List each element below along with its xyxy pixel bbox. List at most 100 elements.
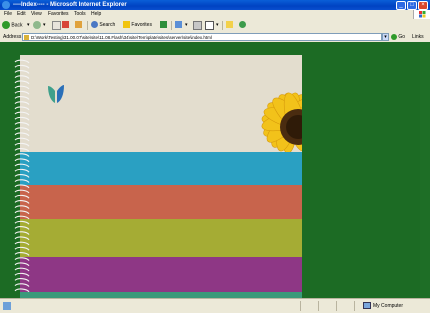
spiral-ring <box>14 116 30 121</box>
status-divider <box>354 301 355 311</box>
spiral-ring <box>14 272 30 277</box>
spiral-ring <box>14 122 30 126</box>
spiral-ring <box>14 283 30 287</box>
mail-button[interactable] <box>193 21 202 30</box>
stop-icon <box>52 21 61 30</box>
print-button[interactable] <box>205 21 214 30</box>
title-bar: ----Index---- - Microsoft Internet Explo… <box>0 0 430 10</box>
leaf-logo-icon <box>48 85 64 103</box>
stripe-teal <box>20 152 302 185</box>
home-icon <box>75 21 82 29</box>
toolbar: Back ▾ ▾ Search Favorites ▾ ▾ <box>0 19 430 33</box>
spiral-ring <box>14 278 30 282</box>
back-label: Back <box>11 22 23 29</box>
vertical-scrollbar[interactable] <box>420 42 430 298</box>
media-button[interactable] <box>160 21 167 30</box>
spiral-ring <box>14 236 30 241</box>
spiral-ring <box>14 132 30 137</box>
security-zone: My Computer <box>363 301 403 311</box>
page-icon <box>24 35 29 40</box>
spiral-ring <box>14 252 30 256</box>
spiral-ring <box>14 64 30 69</box>
stripe-salmon <box>20 185 302 219</box>
forward-arrow-icon <box>33 21 41 29</box>
status-bar: My Computer <box>0 298 430 313</box>
spiral-ring <box>14 257 30 261</box>
spiral-ring <box>14 96 30 100</box>
menu-edit[interactable]: Edit <box>17 11 26 18</box>
spiral-ring <box>14 75 30 79</box>
spiral-ring <box>14 210 30 215</box>
spiral-ring <box>14 80 30 85</box>
stripe-purple <box>20 257 302 292</box>
history-button[interactable] <box>175 21 182 30</box>
home-button[interactable] <box>75 21 82 30</box>
toolbar-separator <box>171 21 172 30</box>
forward-dropdown[interactable]: ▾ <box>43 21 46 30</box>
address-url: D:\Work\Testing\31.00.07\site\site\11.08… <box>31 35 212 40</box>
status-divider <box>336 301 337 311</box>
maximize-button[interactable]: □ <box>407 1 417 10</box>
spiral-ring <box>14 179 30 183</box>
toolbar-separator <box>222 21 223 30</box>
forward-button[interactable] <box>33 21 41 30</box>
spiral-ring <box>14 174 30 178</box>
address-input[interactable]: D:\Work\Testing\31.00.07\site\site\11.08… <box>22 33 382 41</box>
links-button[interactable]: Links <box>412 33 424 41</box>
spiral-ring <box>14 189 30 194</box>
sunflower-image <box>261 92 302 154</box>
spiral-ring <box>14 111 30 116</box>
menu-tools[interactable]: Tools <box>74 11 86 18</box>
close-button[interactable]: × <box>418 1 428 10</box>
messenger-icon <box>239 21 246 29</box>
print-dropdown[interactable]: ▾ <box>216 21 219 30</box>
spiral-ring <box>14 262 30 267</box>
spiral-ring <box>14 127 30 131</box>
go-label: Go <box>398 34 406 40</box>
stop-button[interactable] <box>52 21 61 30</box>
spiral-ring <box>14 101 30 105</box>
spiral-ring <box>14 246 30 251</box>
spiral-ring <box>14 163 30 168</box>
spiral-ring <box>14 70 30 74</box>
spiral-ring <box>14 148 30 152</box>
menu-help[interactable]: Help <box>91 11 101 18</box>
favorites-label: Favorites <box>131 22 152 28</box>
refresh-icon <box>62 21 69 29</box>
messenger-button[interactable] <box>239 21 246 30</box>
back-dropdown[interactable]: ▾ <box>27 21 30 30</box>
spiral-ring <box>14 194 30 199</box>
spiral-ring <box>14 142 30 147</box>
search-button[interactable]: Search <box>91 21 115 30</box>
window-title: ----Index---- - Microsoft Internet Explo… <box>13 2 127 8</box>
spiral-ring <box>14 158 30 163</box>
spiral-ring <box>14 205 30 209</box>
address-label: Address <box>3 34 22 40</box>
menu-view[interactable]: View <box>31 11 42 18</box>
menu-favorites[interactable]: Favorites <box>48 11 69 18</box>
folder-button[interactable] <box>226 21 233 30</box>
spiral-ring <box>14 241 30 246</box>
page-status-icon <box>3 302 11 310</box>
computer-icon <box>363 302 371 310</box>
spiral-ring <box>14 59 30 64</box>
refresh-button[interactable] <box>62 21 69 30</box>
spiral-ring <box>14 85 30 90</box>
history-dropdown[interactable]: ▾ <box>185 21 188 30</box>
zone-label: My Computer <box>373 303 404 309</box>
back-button[interactable]: Back <box>2 21 23 30</box>
spiral-ring <box>14 184 30 189</box>
spiral-ring <box>14 220 30 225</box>
spiral-ring <box>14 137 30 142</box>
spiral-ring <box>14 267 30 272</box>
internet-explorer-icon <box>2 1 10 9</box>
go-button[interactable]: Go <box>391 33 405 41</box>
notebook-page <box>20 55 302 298</box>
spiral-ring <box>14 288 30 293</box>
minimize-button[interactable]: _ <box>396 1 406 10</box>
favorites-button[interactable]: Favorites <box>123 21 152 30</box>
status-divider <box>318 301 319 311</box>
menu-file[interactable]: File <box>4 11 12 18</box>
address-dropdown[interactable]: ▾ <box>382 33 389 41</box>
search-icon <box>91 21 98 29</box>
